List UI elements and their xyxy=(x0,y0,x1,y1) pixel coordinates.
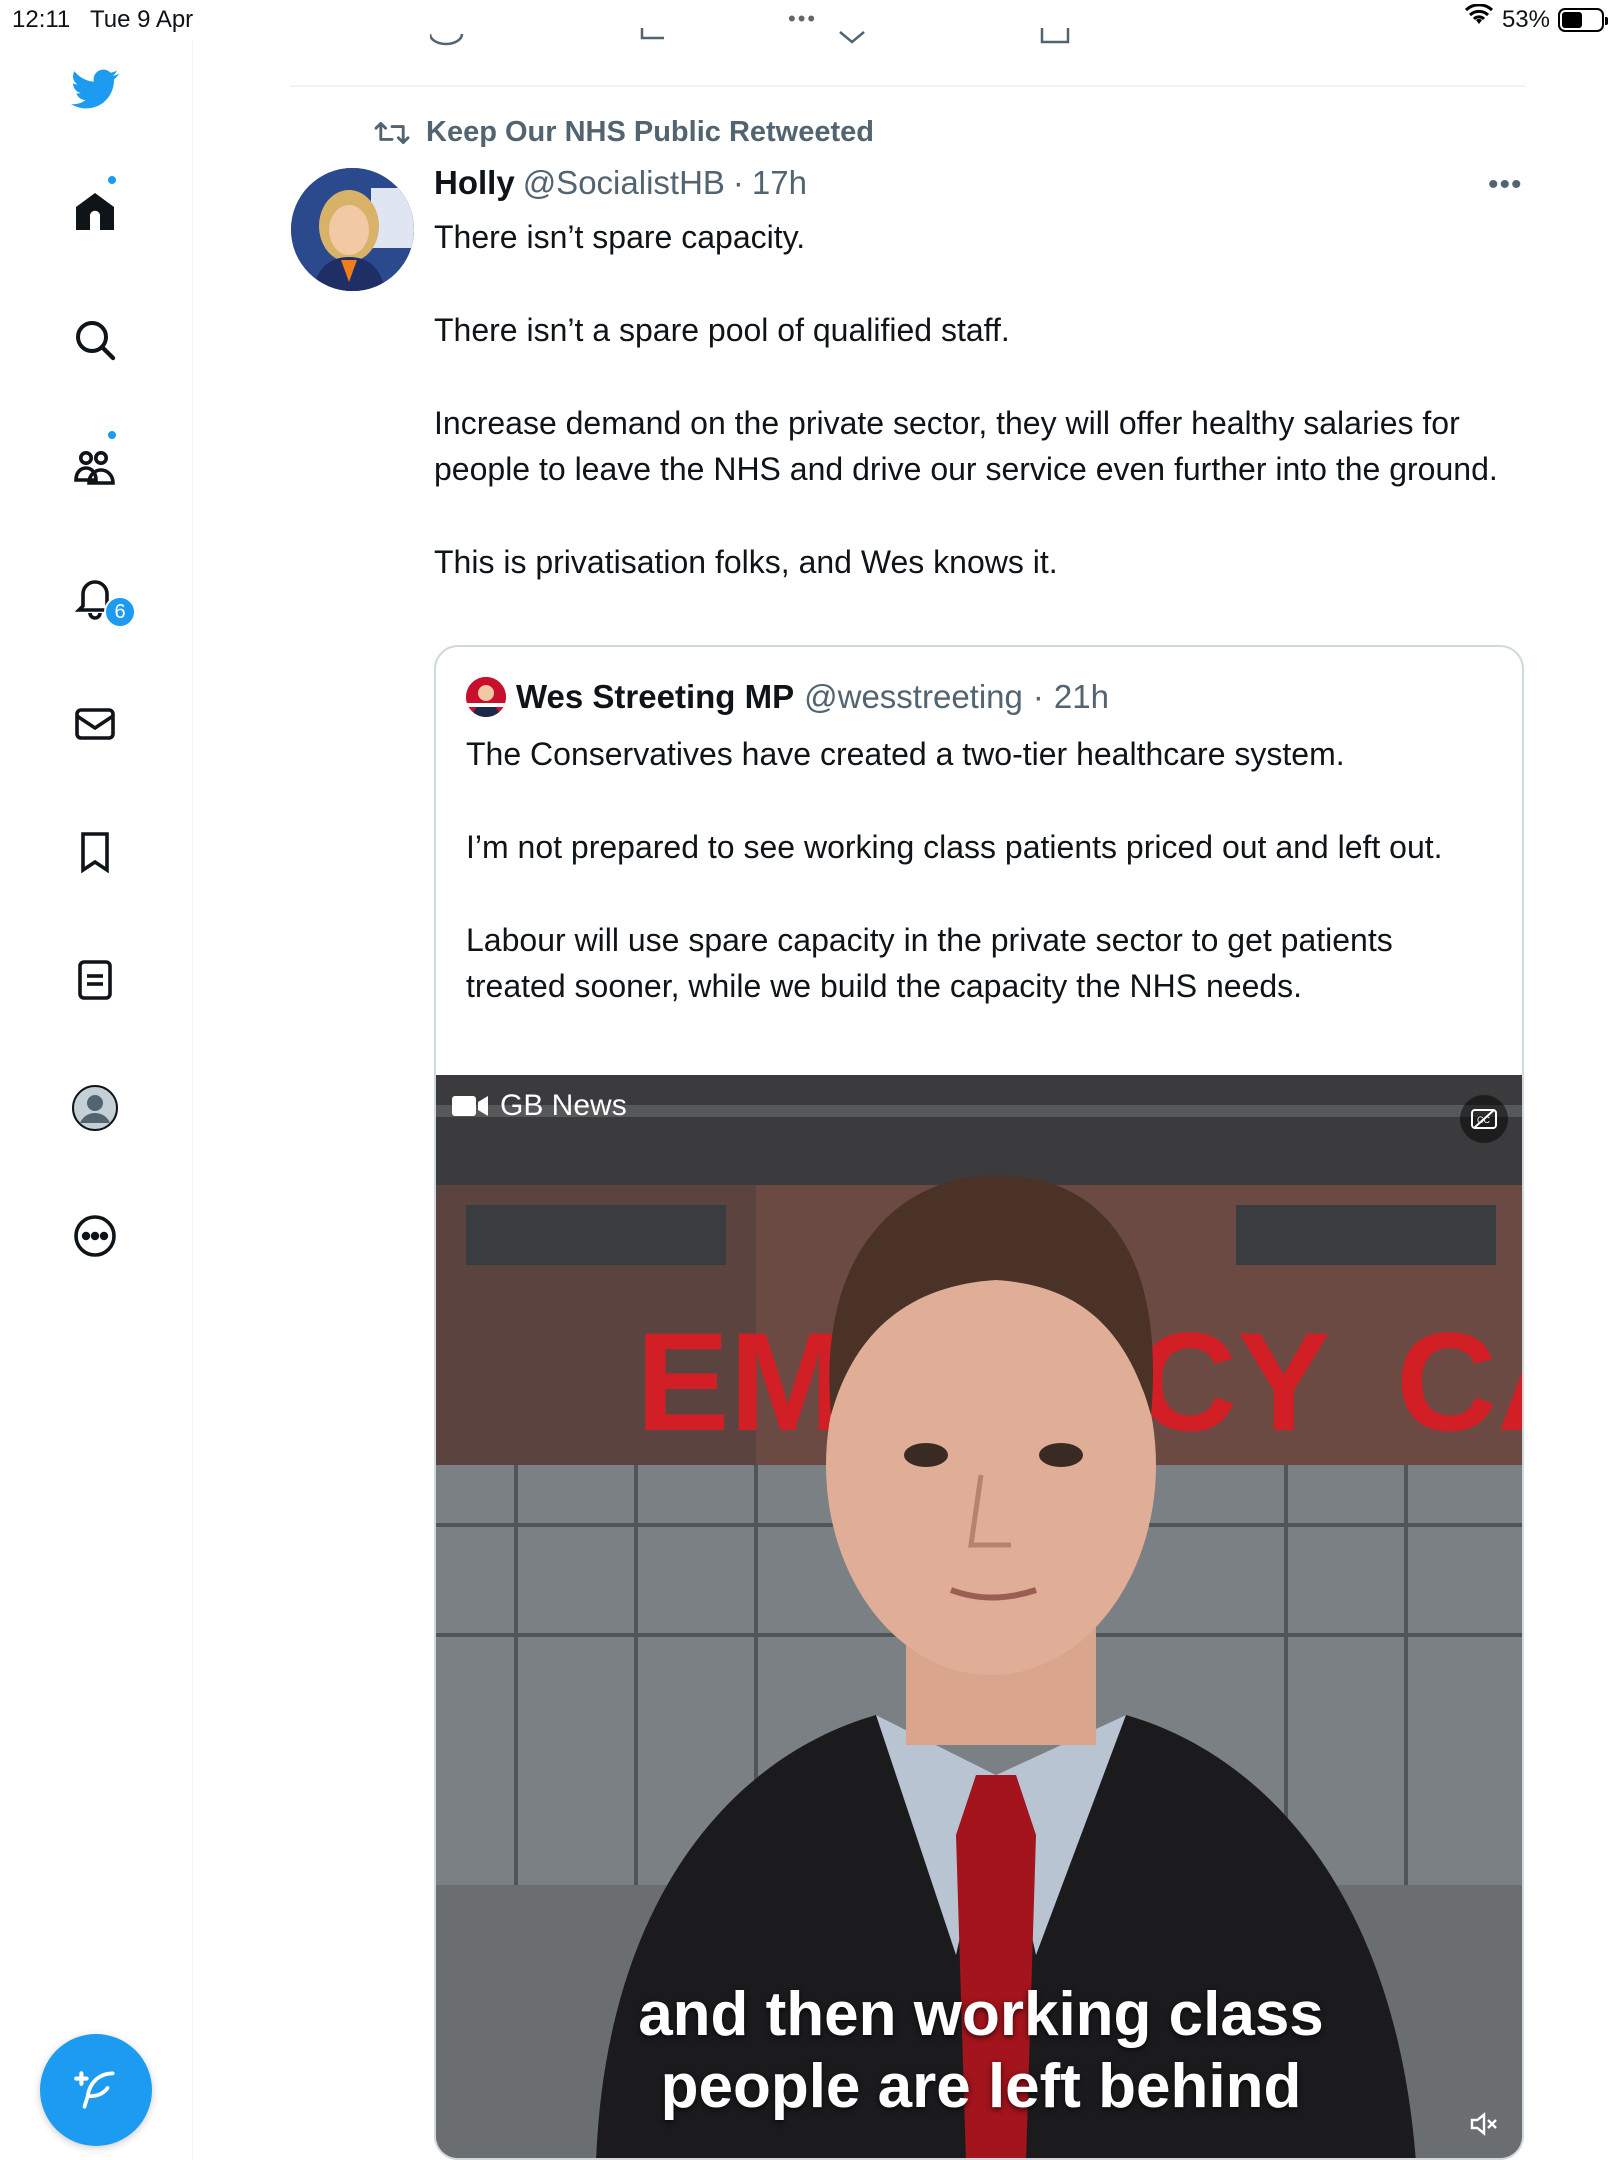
sidebar: 6 xyxy=(0,40,193,2160)
home-icon[interactable] xyxy=(66,183,124,241)
tweet-paragraph: There isn’t spare capacity. xyxy=(434,219,806,255)
app-screen: 12:11 Tue 9 Apr ••• 53% 6 Keep Our NHS P… xyxy=(0,0,1620,2160)
caption-line-1: and then working class xyxy=(638,1980,1324,2049)
twitter-logo-icon[interactable] xyxy=(66,60,124,118)
feather-plus-icon xyxy=(74,2071,115,2109)
divider xyxy=(290,85,1525,87)
previous-tweet-actions xyxy=(430,26,1090,50)
compose-tweet-button[interactable] xyxy=(40,2034,152,2146)
battery-icon xyxy=(1558,7,1608,32)
quoted-author-handle: @wesstreeting xyxy=(804,678,1023,715)
profile-avatar-icon[interactable] xyxy=(66,1079,124,1137)
tweet-paragraph: Increase demand on the private sector, t… xyxy=(434,405,1498,487)
wifi-icon xyxy=(1464,3,1494,35)
quoted-tweet-time: 21h xyxy=(1053,678,1109,715)
status-right: 53% xyxy=(1464,3,1608,35)
svg-text:CC: CC xyxy=(1477,1115,1490,1125)
separator: · xyxy=(1032,678,1044,715)
search-icon[interactable] xyxy=(66,311,124,369)
author-avatar[interactable] xyxy=(291,168,414,291)
retweeted-by[interactable]: Keep Our NHS Public Retweeted xyxy=(372,116,874,149)
separator: · xyxy=(732,164,744,201)
tweet-time[interactable]: 17h xyxy=(752,164,807,202)
caption-line-2: people are left behind xyxy=(660,2052,1302,2121)
bookmarks-icon[interactable] xyxy=(66,823,124,881)
tweet-text: There isn’t spare capacity. There isn’t … xyxy=(434,214,1524,632)
sign-text-middle: CY xyxy=(1136,1303,1330,1460)
quoted-tweet-header: Wes Streeting MP @wesstreeting · 21h xyxy=(466,677,1109,717)
sign-text-right: CA xyxy=(1396,1303,1524,1460)
quoted-tweet-card[interactable]: Wes Streeting MP @wesstreeting · 21h The… xyxy=(434,645,1524,2160)
quoted-author-avatar xyxy=(466,677,506,717)
retweeted-by-label: Keep Our NHS Public Retweeted xyxy=(426,116,874,148)
quoted-paragraph: The Conservatives have created a two-tie… xyxy=(466,736,1345,772)
video-player[interactable]: EME CY CA xyxy=(436,1075,1524,2158)
quoted-author-name: Wes Streeting MP xyxy=(516,678,795,715)
video-source-label: GB News xyxy=(452,1089,627,1123)
tweet-header: Holly @SocialistHB · 17h xyxy=(434,164,807,202)
tweet-more-icon[interactable]: ••• xyxy=(1488,168,1523,202)
communities-unread-dot xyxy=(106,429,118,441)
notifications-badge: 6 xyxy=(104,596,136,628)
author-handle[interactable]: @SocialistHB xyxy=(523,164,725,202)
speaker-muted-icon xyxy=(1470,2112,1497,2136)
captions-button[interactable]: CC xyxy=(1460,1095,1508,1143)
tweet-paragraph: There isn’t a spare pool of qualified st… xyxy=(434,312,1010,348)
video-caption: and then working class people are left b… xyxy=(436,1979,1522,2123)
quoted-tweet-text: The Conservatives have created a two-tie… xyxy=(466,731,1496,1056)
video-camera-icon xyxy=(452,1096,488,1116)
status-time: 12:11 xyxy=(12,6,71,33)
tweet-paragraph: This is privatisation folks, and Wes kno… xyxy=(434,544,1058,580)
quoted-paragraph: I’m not prepared to see working class pa… xyxy=(466,829,1443,865)
captions-icon: CC xyxy=(1471,1109,1497,1129)
battery-percent: 53% xyxy=(1501,5,1550,33)
messages-envelope-icon[interactable] xyxy=(66,695,124,753)
quoted-paragraph: Labour will use spare capacity in the pr… xyxy=(466,922,1393,1004)
author-name[interactable]: Holly xyxy=(434,164,515,202)
communities-icon[interactable] xyxy=(66,439,124,497)
status-date: Tue 9 Apr xyxy=(90,6,194,33)
home-unread-dot xyxy=(106,174,118,186)
lists-icon[interactable] xyxy=(66,951,124,1009)
retweet-icon xyxy=(374,121,410,144)
video-source-name: GB News xyxy=(500,1089,627,1122)
more-options-icon[interactable] xyxy=(66,1207,124,1265)
mute-button[interactable] xyxy=(1460,2100,1508,2148)
